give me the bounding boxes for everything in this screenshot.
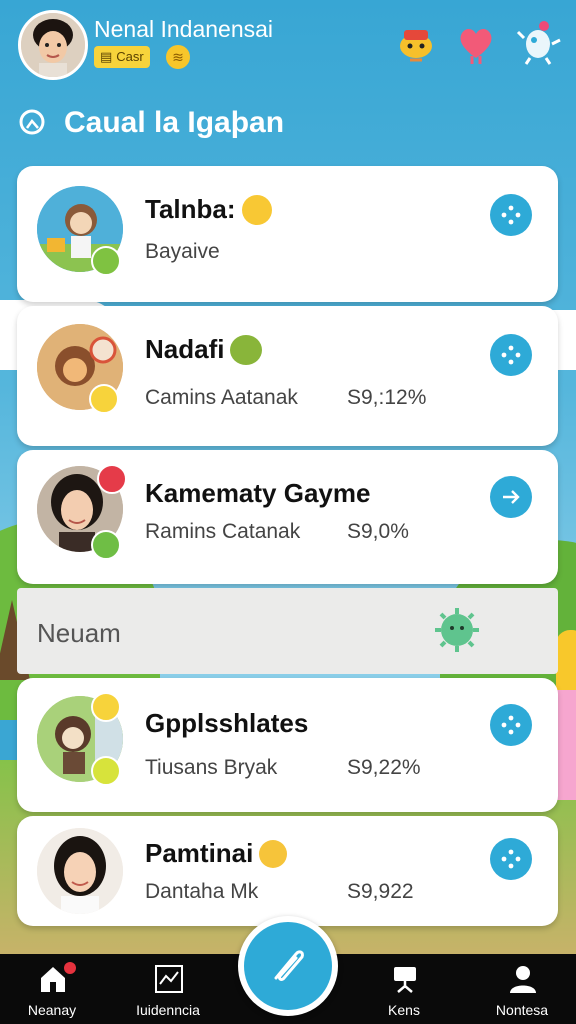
item-subtitle: Ramins Catanak: [145, 520, 301, 543]
nav-item-home[interactable]: Neanay: [2, 954, 102, 1024]
app-header: Nenal Indanensai ▤ Casr ≋: [0, 0, 576, 92]
trend-badge: [91, 530, 121, 560]
user-level-badge: ▤ Casr: [94, 46, 150, 68]
leaf-icon: [230, 334, 263, 365]
item-percent: S9,:12%: [347, 386, 427, 409]
list-item[interactable]: Talnba: Bayaive: [17, 166, 558, 302]
item-avatar: [37, 828, 123, 914]
list-item[interactable]: Kamematy Gayme Ramins Catanak S9,0%: [17, 450, 558, 584]
item-subtitle: Tiusans Bryak: [145, 756, 278, 779]
item-title-text: Gpplsshlates: [145, 708, 309, 738]
chart-icon: [155, 965, 183, 993]
person-icon: [510, 966, 536, 993]
character-icon[interactable]: [514, 18, 562, 66]
nav-label: Kens: [388, 1002, 420, 1018]
compose-button[interactable]: [238, 916, 338, 1016]
section-label: Neuam: [37, 618, 121, 648]
search-bar[interactable]: Caual la Igaþan: [18, 104, 558, 142]
arrow-right-icon: [503, 490, 520, 504]
item-title: Gpplsshlates: [145, 708, 308, 739]
item-title: Nadafi: [145, 334, 263, 365]
item-subtitle: Bayaive: [145, 240, 220, 263]
search-icon: [19, 109, 45, 135]
card-icon: ▤: [100, 49, 113, 64]
search-text: Caual la Igaþan: [64, 106, 285, 139]
nav-label: Iuidenncia: [136, 1002, 200, 1018]
item-percent: S9,22%: [347, 756, 421, 779]
dots-icon: [501, 849, 521, 869]
nav-label: Neanay: [27, 1002, 77, 1018]
easel-icon: [394, 967, 416, 993]
nav-item-profile[interactable]: Nontesa: [472, 954, 572, 1024]
notification-badge: [97, 464, 127, 494]
item-title: Pamtinai: [145, 838, 288, 869]
dots-icon: [501, 345, 521, 365]
item-percent: S9,0%: [347, 520, 409, 543]
list-item[interactable]: Pamtinai Dantaha Mk S9,922: [17, 816, 558, 926]
nav-item-stats[interactable]: Iuidenncia: [118, 954, 218, 1024]
item-title-text: Kamematy Gayme: [145, 478, 371, 508]
emoji-icon: [241, 194, 272, 225]
item-title-text: Nadafi: [145, 334, 225, 364]
emoji-icon: [259, 839, 288, 868]
section-header: Neuam: [17, 588, 558, 674]
level-badge: [89, 384, 119, 414]
item-percent: S9,922: [347, 880, 414, 903]
list-item[interactable]: Gpplsshlates Tiusans Bryak S9,22%: [17, 678, 558, 812]
options-button[interactable]: [490, 704, 532, 746]
options-button[interactable]: [490, 194, 532, 236]
mascot-icon[interactable]: [392, 18, 440, 66]
paperclip-icon: [274, 950, 304, 981]
item-title: Kamematy Gayme: [145, 478, 370, 509]
item-title-text: Pamtinai: [145, 838, 254, 868]
dots-icon: [501, 205, 521, 225]
options-button[interactable]: [490, 334, 532, 376]
coin-icon: ≋: [166, 45, 190, 69]
dots-icon: [501, 715, 521, 735]
open-button[interactable]: [490, 476, 532, 518]
user-name: Nenal Indanensai: [94, 16, 274, 42]
badge-label: Casr: [116, 49, 144, 64]
status-badge: [91, 246, 121, 276]
list-item[interactable]: Nadafi Camins Aatanak S9,:12%: [17, 306, 558, 446]
user-avatar[interactable]: [18, 10, 88, 80]
star-badge: [91, 692, 121, 722]
item-subtitle: Dantaha Mk: [145, 880, 259, 903]
item-title-text: Talnba:: [145, 194, 236, 224]
item-subtitle: Camins Aatanak: [145, 386, 298, 409]
nav-label: Nontesa: [495, 1002, 549, 1018]
options-button[interactable]: [490, 838, 532, 880]
nav-item-kens[interactable]: Kens: [354, 954, 454, 1024]
virus-mascot-icon: [435, 608, 479, 652]
level-badge: [91, 756, 121, 786]
notification-dot: [64, 962, 76, 974]
item-title: Talnba:: [145, 194, 272, 225]
heart-icon[interactable]: [452, 18, 500, 66]
